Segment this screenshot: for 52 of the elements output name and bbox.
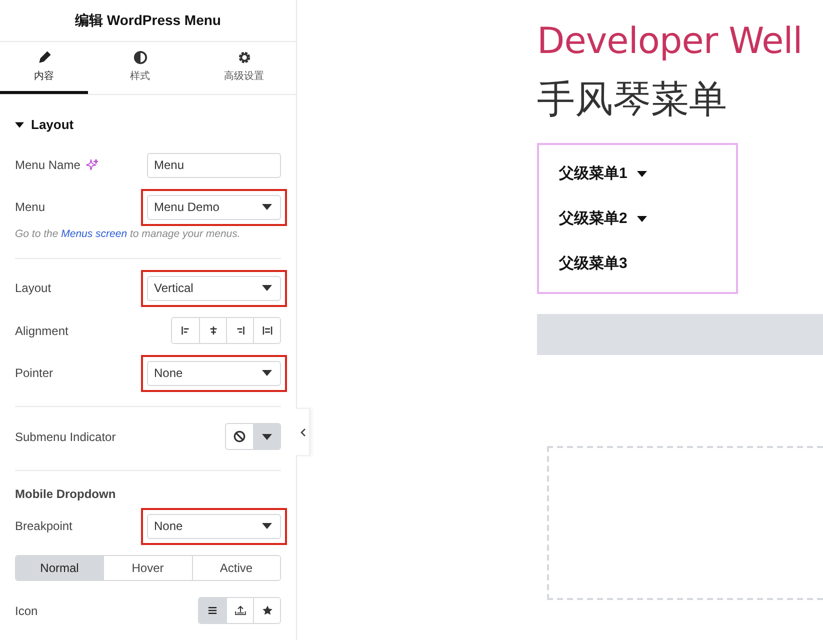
align-justify-icon	[260, 324, 274, 337]
panel-tab[interactable]: 样式	[88, 42, 192, 94]
caret-icon[interactable]	[15, 122, 24, 128]
caret-icon[interactable]	[637, 170, 648, 176]
menu-name-field[interactable]: Menu	[147, 152, 281, 178]
state-tab[interactable]: Normal	[16, 556, 103, 580]
option-button[interactable]	[199, 598, 226, 623]
site-title[interactable]: Developer Well	[537, 20, 823, 64]
option-button[interactable]	[253, 598, 280, 623]
settings-icon	[236, 50, 252, 66]
field-label: Submenu Indicator	[15, 430, 116, 444]
help-text: Go to the Menus screen to manage your menus.	[15, 228, 242, 240]
pencil-icon	[36, 50, 52, 66]
caret-icon	[262, 204, 272, 210]
section-heading: Mobile Dropdown	[15, 487, 117, 501]
caret-icon	[262, 523, 272, 529]
collapse-handle[interactable]	[296, 408, 310, 456]
field-label: Menu Name	[15, 158, 80, 172]
field-label: Breakpoint	[15, 519, 72, 533]
page-heading: 手风琴菜单	[537, 76, 728, 123]
chevron-left-icon	[300, 428, 306, 436]
field-label: Alignment	[15, 324, 68, 338]
panel-title: 编辑 WordPress Menu	[75, 12, 221, 30]
field-label: Icon	[15, 604, 38, 618]
dropdown[interactable]: Vertical	[147, 276, 281, 300]
field-label: Layout	[15, 281, 52, 295]
dropdown[interactable]: None	[147, 360, 281, 386]
contrast-icon	[132, 50, 148, 66]
none-icon	[233, 430, 246, 443]
panel-tab[interactable]: 高级设置	[192, 42, 296, 94]
option-button[interactable]	[253, 318, 280, 343]
menu-item[interactable]: 父级菜单3	[559, 254, 628, 273]
field-label: Pointer	[15, 366, 54, 380]
sparkle-icon[interactable]	[86, 159, 98, 171]
menu-item[interactable]: 父级菜单1	[559, 164, 628, 183]
caret-icon	[262, 434, 272, 440]
caret-icon[interactable]	[637, 216, 648, 222]
star-icon	[260, 604, 274, 617]
menu-item[interactable]: 父级菜单2	[559, 209, 628, 228]
caret-icon	[262, 285, 272, 291]
state-tab[interactable]: Active	[192, 556, 280, 580]
dropdown-button[interactable]	[253, 424, 280, 449]
align-left-icon	[179, 324, 192, 337]
menus-link[interactable]: Menus screen	[61, 228, 128, 240]
dropdown[interactable]: None	[147, 514, 281, 538]
caret-icon	[262, 370, 272, 376]
dropdown[interactable]: Menu Demo	[147, 194, 281, 220]
section-title[interactable]: Layout	[31, 117, 74, 132]
upload-icon	[234, 604, 246, 617]
panel-tab[interactable]: 内容	[0, 42, 88, 94]
field-label: Menu	[15, 200, 46, 214]
menu-icon	[206, 604, 219, 617]
